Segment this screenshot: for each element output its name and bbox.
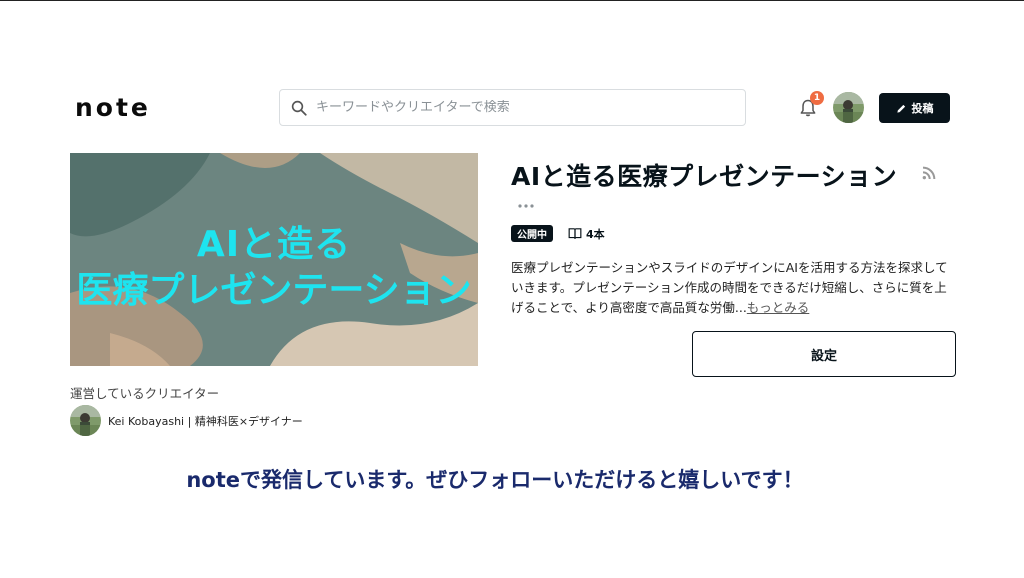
- settings-button[interactable]: 設定: [692, 331, 956, 377]
- magazine-cover-image[interactable]: AIと造る 医療プレゼンテーション: [70, 153, 478, 366]
- rss-icon[interactable]: [921, 165, 937, 181]
- creator-avatar[interactable]: [70, 405, 101, 436]
- status-badge: 公開中: [511, 225, 553, 242]
- user-avatar[interactable]: [833, 92, 864, 123]
- post-button-label: 投稿: [911, 102, 934, 115]
- pencil-icon: [896, 104, 905, 113]
- book-icon: [568, 228, 582, 239]
- note-logo[interactable]: note: [75, 93, 151, 122]
- read-more-link[interactable]: もっとみる: [747, 300, 810, 315]
- description-text: 医療プレゼンテーションやスライドのデザインにAIを活用する方法を探求していきます…: [511, 260, 948, 315]
- search-input[interactable]: [316, 100, 736, 115]
- cover-title-line2: 医療プレゼンテーション: [76, 270, 472, 311]
- magazine-title: AIと造る医療プレゼンテーション: [511, 162, 898, 191]
- search-icon: [291, 100, 307, 116]
- more-options-icon[interactable]: [517, 203, 535, 209]
- creator-name-link[interactable]: Kei Kobayashi | 精神科医×デザイナー: [108, 413, 303, 429]
- creator-heading: 運営しているクリエイター: [70, 386, 220, 401]
- follow-message: noteで発信しています。ぜひフォローいただけると嬉しいです！: [186, 468, 804, 492]
- article-count: 4本: [586, 228, 605, 241]
- post-button[interactable]: 投稿: [879, 93, 950, 123]
- top-border: [0, 0, 1024, 1]
- magazine-description: 医療プレゼンテーションやスライドのデザインにAIを活用する方法を探求していきます…: [511, 258, 953, 318]
- notification-badge: 1: [810, 91, 824, 105]
- cover-title-line1: AIと造る: [196, 224, 352, 265]
- search-bar[interactable]: [279, 89, 746, 126]
